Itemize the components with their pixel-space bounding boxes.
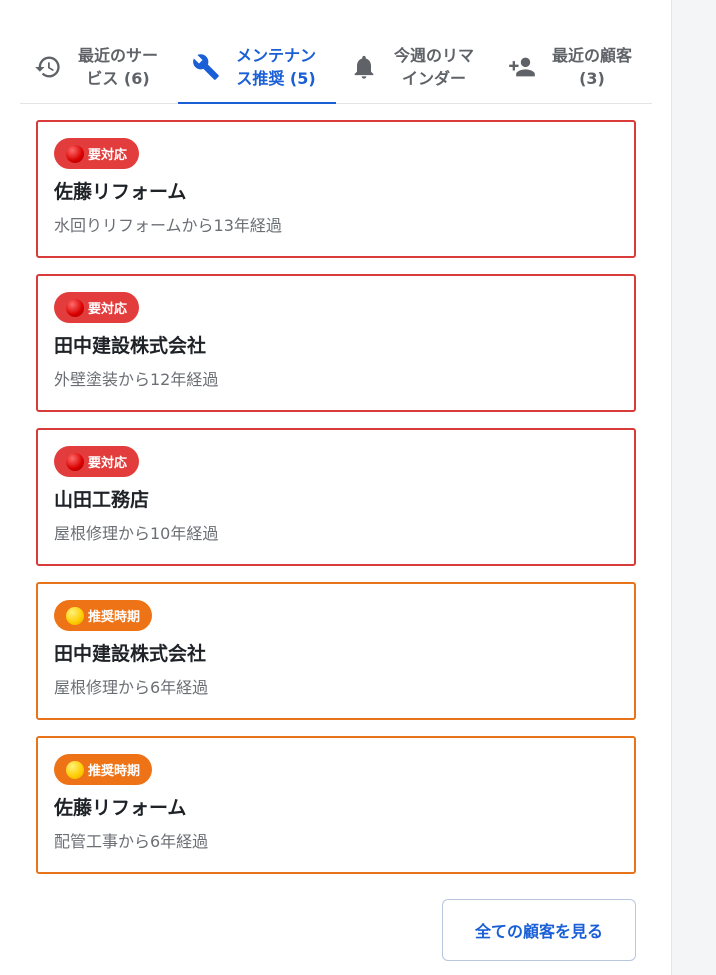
tab-label: 最近の顧客 (3)	[551, 45, 632, 88]
customer-name: 田中建設株式会社	[54, 335, 207, 357]
customer-name: 山田工務店	[54, 489, 150, 511]
maintenance-card[interactable]: 要対応 山田工務店 屋根修理から10年経過	[36, 428, 636, 566]
person-add-icon	[508, 53, 536, 81]
red-circle-icon	[66, 452, 84, 471]
wrench-icon	[192, 53, 220, 81]
tab-label: メンテナンス推奨 (5)	[235, 45, 316, 88]
status-badge: 推奨時期	[54, 600, 153, 631]
maintenance-list: 要対応 佐藤リフォーム 水回りリフォームから13年経過 要対応 田中建設株式会社…	[36, 120, 636, 890]
badge-label: 要対応	[88, 456, 128, 471]
bell-icon	[350, 53, 378, 81]
maintenance-card[interactable]: 要対応 田中建設株式会社 外壁塗装から12年経過	[36, 274, 636, 412]
tab-maintenance-recommended[interactable]: メンテナンス推奨 (5)	[178, 30, 336, 104]
tab-recent-services[interactable]: 最近のサービス (6)	[20, 30, 178, 103]
badge-label: 要対応	[88, 148, 128, 163]
badge-label: 要対応	[88, 302, 128, 317]
status-badge: 要対応	[54, 138, 140, 169]
background-area	[672, 0, 716, 975]
red-circle-icon	[66, 144, 84, 163]
maintenance-description: 屋根修理から6年経過	[54, 678, 209, 697]
status-badge: 要対応	[54, 446, 140, 477]
tab-label: 最近のサービス (6)	[77, 45, 158, 88]
view-all-customers-button[interactable]: 全ての顧客を見る	[442, 899, 636, 961]
maintenance-card[interactable]: 推奨時期 田中建設株式会社 屋根修理から6年経過	[36, 582, 636, 720]
maintenance-card[interactable]: 要対応 佐藤リフォーム 水回りリフォームから13年経過	[36, 120, 636, 258]
customer-name: 佐藤リフォーム	[54, 181, 187, 203]
maintenance-description: 配管工事から6年経過	[54, 832, 209, 851]
customer-name: 佐藤リフォーム	[54, 797, 187, 819]
tab-label: 今週のリマインダー	[393, 45, 474, 88]
badge-label: 推奨時期	[88, 610, 141, 625]
status-badge: 推奨時期	[54, 754, 153, 785]
status-badge: 要対応	[54, 292, 140, 323]
history-icon	[34, 53, 62, 81]
maintenance-panel: 最近のサービス (6) メンテナンス推奨 (5) 今週のリマインダー 最近の顧客…	[0, 0, 672, 975]
tab-bar: 最近のサービス (6) メンテナンス推奨 (5) 今週のリマインダー 最近の顧客…	[20, 30, 652, 104]
badge-label: 推奨時期	[88, 764, 141, 779]
red-circle-icon	[66, 298, 84, 317]
maintenance-description: 屋根修理から10年経過	[54, 524, 219, 543]
maintenance-description: 外壁塗装から12年経過	[54, 370, 219, 389]
maintenance-description: 水回りリフォームから13年経過	[54, 216, 282, 235]
customer-name: 田中建設株式会社	[54, 643, 207, 665]
yellow-circle-icon	[66, 760, 84, 779]
tab-weekly-reminders[interactable]: 今週のリマインダー	[336, 30, 494, 103]
yellow-circle-icon	[66, 606, 84, 625]
tab-recent-customers[interactable]: 最近の顧客 (3)	[494, 30, 652, 103]
maintenance-card[interactable]: 推奨時期 佐藤リフォーム 配管工事から6年経過	[36, 736, 636, 874]
